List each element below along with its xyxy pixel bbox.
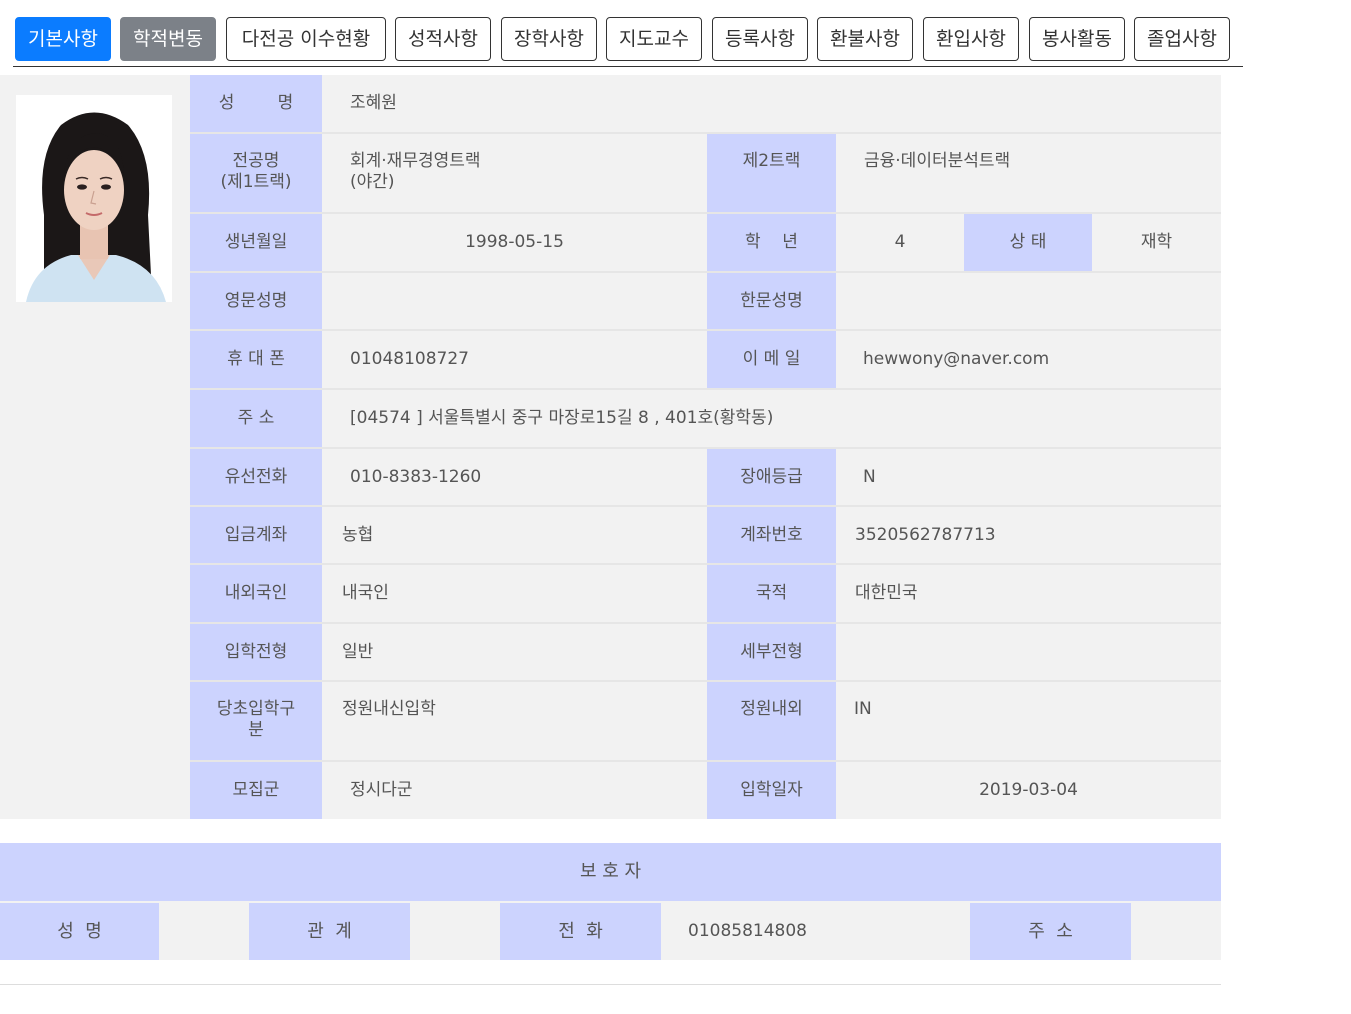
admission-type-label: 입학전형 bbox=[190, 624, 322, 680]
tab-advisor[interactable]: 지도교수 bbox=[606, 17, 702, 61]
major-label: 전공명 (제1트랙) bbox=[190, 134, 322, 212]
tab-refund[interactable]: 환불사항 bbox=[817, 17, 913, 61]
row-divider bbox=[190, 447, 1221, 449]
guardian-address-label: 주 소 bbox=[970, 903, 1131, 960]
tab-volunteer[interactable]: 봉사활동 bbox=[1029, 17, 1125, 61]
major-value-line1: 회계·재무경영트랙 bbox=[350, 151, 481, 171]
portrait-image bbox=[16, 95, 172, 302]
birth-label: 생년월일 bbox=[190, 214, 322, 271]
grade-label: 학 년 bbox=[707, 214, 836, 271]
row-divider bbox=[190, 622, 1221, 624]
mobile-value: 01048108727 bbox=[322, 331, 707, 388]
name-value: 조혜원 bbox=[322, 75, 1221, 132]
email-value: hewwony@naver.com bbox=[836, 331, 1221, 388]
initial-admission-label: 당초입학구 분 bbox=[190, 682, 322, 760]
guardian-phone-value: 01085814808 bbox=[661, 903, 970, 960]
disability-value: N bbox=[836, 449, 1221, 505]
track2-value: 금융·데이터분석트랙 bbox=[836, 134, 1221, 212]
hanja-name-value bbox=[836, 273, 1221, 329]
tab-registration[interactable]: 등록사항 bbox=[712, 17, 808, 61]
eng-name-label: 영문성명 bbox=[190, 273, 322, 329]
tab-grades[interactable]: 성적사항 bbox=[395, 17, 491, 61]
quota-label: 정원내외 bbox=[707, 682, 836, 760]
row-divider bbox=[190, 271, 1221, 273]
row-divider bbox=[190, 329, 1221, 331]
initial-admission-value: 정원내신입학 bbox=[322, 682, 707, 760]
bottom-divider bbox=[0, 984, 1221, 985]
sub-type-value bbox=[836, 624, 1221, 680]
nationality-value: 대한민국 bbox=[836, 565, 1221, 622]
admission-type-value: 일반 bbox=[322, 624, 707, 680]
tab-scholarship[interactable]: 장학사항 bbox=[501, 17, 597, 61]
recruit-label: 모집군 bbox=[190, 762, 322, 819]
bank-label: 입금계좌 bbox=[190, 507, 322, 563]
address-value: [04574 ] 서울특별시 중구 마장로15길 8 , 401호(황학동) bbox=[322, 390, 1221, 447]
guardian-phone-label: 전 화 bbox=[500, 903, 661, 960]
major-label-line2: (제1트랙) bbox=[220, 172, 292, 192]
track2-label: 제2트랙 bbox=[707, 134, 836, 212]
guardian-relation-label: 관 계 bbox=[249, 903, 410, 960]
name-label: 성 명 bbox=[190, 75, 322, 132]
row-divider bbox=[190, 505, 1221, 507]
row-divider bbox=[190, 212, 1221, 214]
guardian-title: 보 호 자 bbox=[0, 843, 1221, 901]
phone-value: 010-8383-1260 bbox=[322, 449, 707, 505]
mobile-label: 휴 대 폰 bbox=[190, 331, 322, 388]
row-divider bbox=[190, 132, 1221, 134]
grade-value: 4 bbox=[836, 214, 964, 271]
guardian-name-value bbox=[159, 903, 249, 960]
guardian-panel: 보 호 자 성 명 관 계 전 화 01085814808 주 소 bbox=[0, 843, 1221, 960]
entry-date-label: 입학일자 bbox=[707, 762, 836, 819]
phone-label: 유선전화 bbox=[190, 449, 322, 505]
guardian-address-value bbox=[1131, 903, 1221, 960]
account-label: 계좌번호 bbox=[707, 507, 836, 563]
entry-date-value: 2019-03-04 bbox=[836, 762, 1221, 819]
email-label: 이 메 일 bbox=[707, 331, 836, 388]
row-divider bbox=[190, 388, 1221, 390]
recruit-value: 정시다군 bbox=[322, 762, 707, 819]
tab-reimbursement[interactable]: 환입사항 bbox=[923, 17, 1019, 61]
student-info-panel: 성 명 조혜원 전공명 (제1트랙) 회계·재무경영트랙 (야간) 제2트랙 금… bbox=[0, 75, 1221, 819]
major-value-line2: (야간) bbox=[350, 172, 395, 192]
guardian-name-label: 성 명 bbox=[0, 903, 159, 960]
guardian-relation-value bbox=[410, 903, 500, 960]
disability-label: 장애등급 bbox=[707, 449, 836, 505]
sub-type-label: 세부전형 bbox=[707, 624, 836, 680]
bank-value: 농협 bbox=[322, 507, 707, 563]
status-value: 재학 bbox=[1092, 214, 1221, 271]
tab-multi-major[interactable]: 다전공 이수현황 bbox=[226, 17, 386, 61]
nationality-label: 국적 bbox=[707, 565, 836, 622]
tab-basic-info[interactable]: 기본사항 bbox=[15, 17, 111, 61]
tab-divider bbox=[13, 66, 1243, 67]
major-label-line1: 전공명 bbox=[232, 151, 280, 171]
row-divider bbox=[190, 680, 1221, 682]
birth-value: 1998-05-15 bbox=[322, 214, 707, 271]
initial-admission-label-line1: 당초입학구 bbox=[216, 699, 296, 719]
domestic-value: 내국인 bbox=[322, 565, 707, 622]
initial-admission-label-line2: 분 bbox=[248, 720, 264, 740]
domestic-label: 내외국인 bbox=[190, 565, 322, 622]
tab-graduation[interactable]: 졸업사항 bbox=[1134, 17, 1230, 61]
major-value: 회계·재무경영트랙 (야간) bbox=[322, 134, 707, 212]
tab-academic-changes[interactable]: 학적변동 bbox=[120, 17, 216, 61]
quota-value: IN bbox=[836, 682, 1221, 760]
eng-name-value bbox=[322, 273, 707, 329]
hanja-name-label: 한문성명 bbox=[707, 273, 836, 329]
student-photo bbox=[16, 95, 172, 302]
status-label: 상 태 bbox=[964, 214, 1092, 271]
address-label: 주 소 bbox=[190, 390, 322, 447]
row-divider bbox=[190, 760, 1221, 762]
row-divider bbox=[190, 563, 1221, 565]
account-value: 3520562787713 bbox=[836, 507, 1221, 563]
